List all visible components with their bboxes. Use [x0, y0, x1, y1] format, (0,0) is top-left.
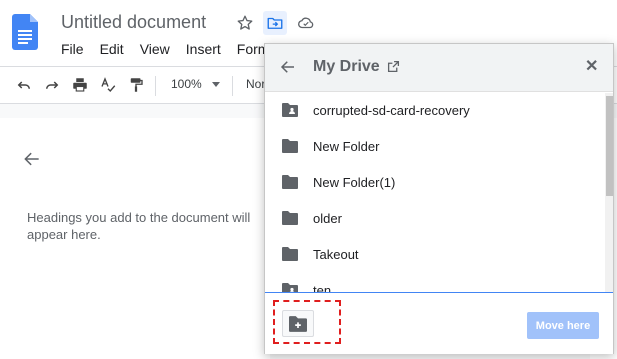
folder-list: corrupted-sd-card-recovery New Folder Ne…: [265, 93, 613, 292]
paint-format-icon[interactable]: [125, 74, 147, 96]
menu-view[interactable]: View: [140, 41, 170, 57]
dialog-footer: Move here: [265, 292, 613, 354]
cloud-status-icon[interactable]: [294, 11, 318, 35]
undo-icon[interactable]: [13, 74, 35, 96]
folder-name: New Folder(1): [313, 175, 396, 190]
new-folder-button[interactable]: [282, 310, 314, 337]
outline-empty-hint: Headings you add to the document will ap…: [27, 210, 251, 242]
move-to-folder-dialog: My Drive ✕ corrupted-sd-card-recovery Ne…: [264, 43, 614, 354]
redo-icon[interactable]: [41, 74, 63, 96]
menu-insert[interactable]: Insert: [186, 41, 221, 57]
folder-name: ten: [313, 283, 332, 292]
menu-file[interactable]: File: [61, 41, 84, 57]
scrollbar-thumb[interactable]: [606, 96, 613, 196]
folder-icon: [282, 139, 298, 153]
close-icon[interactable]: ✕: [585, 59, 598, 75]
shared-folder-icon: [282, 103, 298, 117]
folder-name: corrupted-sd-card-recovery: [313, 103, 470, 118]
open-in-new-icon[interactable]: [387, 60, 400, 78]
create-folder-icon: [289, 315, 307, 332]
document-outline-panel: Headings you add to the document will ap…: [0, 118, 270, 359]
arrow-back-icon[interactable]: [22, 149, 42, 174]
spellcheck-icon[interactable]: [97, 74, 119, 96]
dialog-title: My Drive: [313, 58, 380, 75]
list-item[interactable]: Takeout: [265, 237, 605, 273]
folder-icon: [282, 247, 298, 261]
list-item[interactable]: older: [265, 201, 605, 237]
toolbar-divider: [232, 76, 233, 96]
folder-name: older: [313, 211, 342, 226]
document-title[interactable]: Untitled document: [61, 12, 206, 33]
folder-icon: [282, 211, 298, 225]
print-icon[interactable]: [69, 74, 91, 96]
move-to-folder-icon[interactable]: [263, 11, 287, 35]
list-item[interactable]: corrupted-sd-card-recovery: [265, 93, 605, 129]
toolbar-divider: [155, 76, 156, 96]
arrow-back-icon[interactable]: [279, 58, 297, 81]
menu-bar: File Edit View Insert Form: [61, 41, 285, 57]
folder-name: New Folder: [313, 139, 380, 154]
chevron-down-icon[interactable]: [212, 82, 220, 87]
shared-folder-icon: [282, 283, 298, 292]
docs-logo-icon[interactable]: [12, 14, 38, 50]
folder-icon: [282, 175, 298, 189]
folder-name: Takeout: [313, 247, 359, 262]
move-here-button[interactable]: Move here: [527, 312, 599, 339]
paragraph-style-select[interactable]: Nor: [246, 77, 265, 91]
list-item[interactable]: New Folder: [265, 129, 605, 165]
zoom-select[interactable]: 100%: [171, 77, 202, 91]
list-item[interactable]: New Folder(1): [265, 165, 605, 201]
dialog-header: My Drive ✕: [265, 44, 613, 92]
star-icon[interactable]: [233, 11, 257, 35]
list-item[interactable]: ten: [265, 273, 605, 292]
menu-edit[interactable]: Edit: [100, 41, 124, 57]
